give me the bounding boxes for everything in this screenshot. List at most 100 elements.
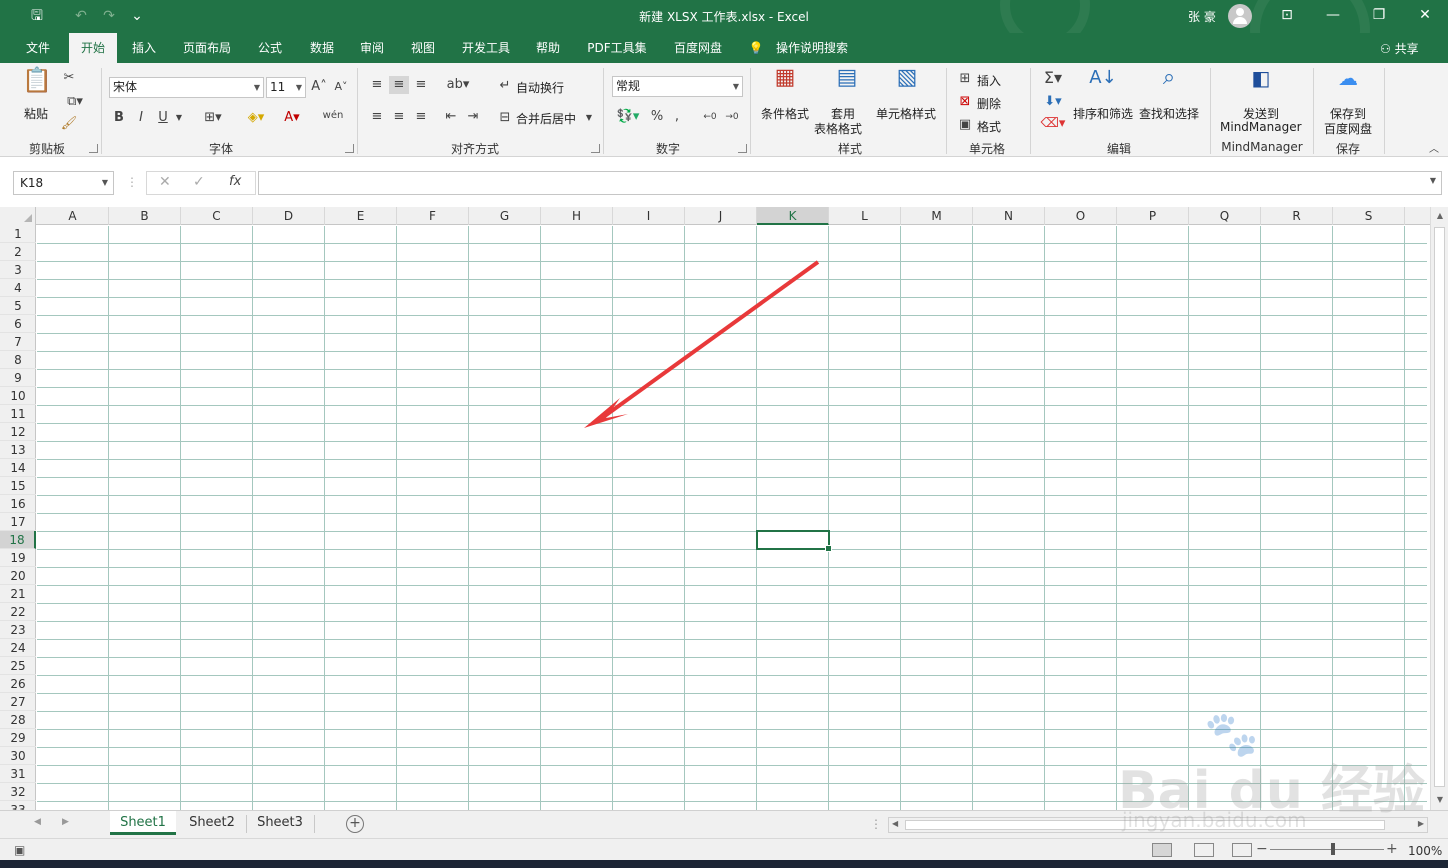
- font-name-select[interactable]: 宋体 ▼: [109, 77, 264, 98]
- format-as-table-line2[interactable]: 表格格式: [814, 120, 862, 137]
- merge-center-icon[interactable]: ⊟: [496, 109, 514, 127]
- formula-input[interactable]: ▼: [258, 171, 1442, 195]
- tab-page-layout[interactable]: 页面布局: [176, 33, 238, 63]
- baidu-netdisk-icon[interactable]: ☁: [1332, 68, 1364, 99]
- column-header[interactable]: R: [1261, 207, 1333, 225]
- tab-file[interactable]: 文件: [18, 33, 58, 63]
- column-header[interactable]: F: [397, 207, 469, 225]
- column-header[interactable]: M: [901, 207, 973, 225]
- cell-styles-button[interactable]: 单元格样式: [876, 105, 936, 122]
- expand-formula-bar-icon[interactable]: ▼: [1430, 176, 1436, 185]
- sheet-tab-sheet1[interactable]: Sheet1: [110, 811, 176, 835]
- name-box[interactable]: K18 ▼: [13, 171, 114, 195]
- row-header[interactable]: 7: [0, 333, 36, 351]
- macro-record-icon[interactable]: ▣: [14, 843, 25, 857]
- tab-insert[interactable]: 插入: [124, 33, 164, 63]
- column-header[interactable]: A: [37, 207, 109, 225]
- mindmanager-icon[interactable]: ◧: [1245, 68, 1277, 99]
- fill-icon[interactable]: ⬇▾: [1038, 93, 1068, 111]
- row-header[interactable]: 3: [0, 261, 36, 279]
- tab-developer[interactable]: 开发工具: [454, 33, 518, 63]
- restore-button[interactable]: ❐: [1356, 0, 1402, 33]
- row-header[interactable]: 24: [0, 639, 36, 657]
- comma-style-button[interactable]: ,: [672, 108, 682, 126]
- chevron-down-icon[interactable]: ▼: [174, 109, 184, 127]
- insert-function-icon[interactable]: fx: [229, 174, 241, 189]
- italic-button[interactable]: I: [134, 109, 148, 127]
- chevron-down-icon[interactable]: ▼: [584, 109, 594, 127]
- column-header[interactable]: C: [181, 207, 253, 225]
- clipboard-launcher-icon[interactable]: [89, 144, 98, 153]
- conditional-formatting-button[interactable]: 条件格式: [761, 105, 809, 122]
- sort-filter-button[interactable]: 排序和筛选: [1073, 105, 1133, 122]
- user-name[interactable]: 张 豪: [1188, 8, 1216, 25]
- row-header[interactable]: 21: [0, 585, 36, 603]
- row-header[interactable]: 9: [0, 369, 36, 387]
- column-header[interactable]: I: [613, 207, 685, 225]
- row-header[interactable]: 10: [0, 387, 36, 405]
- column-header[interactable]: K: [757, 207, 829, 225]
- alignment-launcher-icon[interactable]: [591, 144, 600, 153]
- tab-help[interactable]: 帮助: [528, 33, 568, 63]
- number-format-select[interactable]: 常规 ▼: [612, 76, 743, 97]
- column-header[interactable]: O: [1045, 207, 1117, 225]
- row-header[interactable]: 13: [0, 441, 36, 459]
- column-header[interactable]: B: [109, 207, 181, 225]
- tab-view[interactable]: 视图: [403, 33, 443, 63]
- percent-style-button[interactable]: %: [650, 108, 664, 126]
- row-header[interactable]: 30: [0, 747, 36, 765]
- cell-styles-icon[interactable]: ▧: [892, 67, 922, 99]
- row-header[interactable]: 5: [0, 297, 36, 315]
- underline-button[interactable]: U: [156, 109, 170, 127]
- column-header[interactable]: G: [469, 207, 541, 225]
- increase-font-size-icon[interactable]: A˄: [310, 78, 328, 96]
- align-right-icon[interactable]: ≡: [412, 108, 430, 126]
- page-break-view-icon[interactable]: [1232, 843, 1252, 857]
- prev-sheet-icon[interactable]: ◀: [34, 817, 41, 827]
- column-header[interactable]: D: [253, 207, 325, 225]
- align-left-icon[interactable]: ≡: [368, 108, 386, 126]
- sheet-tab-sheet3[interactable]: Sheet3: [250, 811, 310, 835]
- zoom-slider-knob[interactable]: [1331, 843, 1335, 855]
- ribbon-display-options-icon[interactable]: ⊡: [1264, 0, 1310, 33]
- close-button[interactable]: ✕: [1402, 0, 1448, 33]
- decrease-indent-icon[interactable]: ⇤: [442, 108, 460, 126]
- paste-label[interactable]: 粘贴: [24, 105, 48, 122]
- save-to-baidu-line2[interactable]: 百度网盘: [1324, 120, 1372, 137]
- clear-icon[interactable]: ⌫▾: [1038, 115, 1068, 133]
- zoom-level[interactable]: 100%: [1408, 844, 1442, 858]
- tab-pdf-tools[interactable]: PDF工具集: [582, 33, 652, 63]
- format-as-table-icon[interactable]: ▤: [832, 67, 862, 99]
- splitter-grip-icon[interactable]: ⋮: [870, 817, 882, 831]
- tab-review[interactable]: 审阅: [352, 33, 392, 63]
- increase-decimal-icon[interactable]: ←0: [700, 108, 720, 126]
- wrap-text-button[interactable]: 自动换行: [516, 79, 564, 96]
- row-header[interactable]: 4: [0, 279, 36, 297]
- row-header[interactable]: 19: [0, 549, 36, 567]
- send-to-mindmanager-line2[interactable]: MindManager: [1220, 120, 1302, 134]
- column-header[interactable]: J: [685, 207, 757, 225]
- conditional-formatting-icon[interactable]: ▦: [770, 67, 800, 99]
- row-header[interactable]: 18: [0, 531, 36, 549]
- merge-center-button[interactable]: 合并后居中: [516, 110, 576, 127]
- format-cells-icon[interactable]: ▣: [956, 116, 974, 134]
- scroll-down-icon[interactable]: ▼: [1431, 795, 1448, 804]
- column-header[interactable]: H: [541, 207, 613, 225]
- format-painter-icon[interactable]: 🖌: [60, 115, 78, 133]
- avatar[interactable]: [1228, 4, 1252, 28]
- paste-icon[interactable]: 📋: [22, 68, 52, 99]
- row-header[interactable]: 25: [0, 657, 36, 675]
- column-header[interactable]: E: [325, 207, 397, 225]
- row-header[interactable]: 31: [0, 765, 36, 783]
- column-header[interactable]: S: [1333, 207, 1405, 225]
- sheet-tab-sheet2[interactable]: Sheet2: [180, 811, 244, 835]
- borders-icon[interactable]: ⊞▾: [196, 109, 230, 127]
- font-launcher-icon[interactable]: [345, 144, 354, 153]
- scroll-up-icon[interactable]: ▲: [1431, 211, 1448, 220]
- row-header[interactable]: 16: [0, 495, 36, 513]
- number-launcher-icon[interactable]: [738, 144, 747, 153]
- row-header[interactable]: 8: [0, 351, 36, 369]
- copy-icon[interactable]: ⧉▾: [60, 93, 90, 111]
- column-header[interactable]: P: [1117, 207, 1189, 225]
- orientation-icon[interactable]: ab▾: [444, 76, 472, 94]
